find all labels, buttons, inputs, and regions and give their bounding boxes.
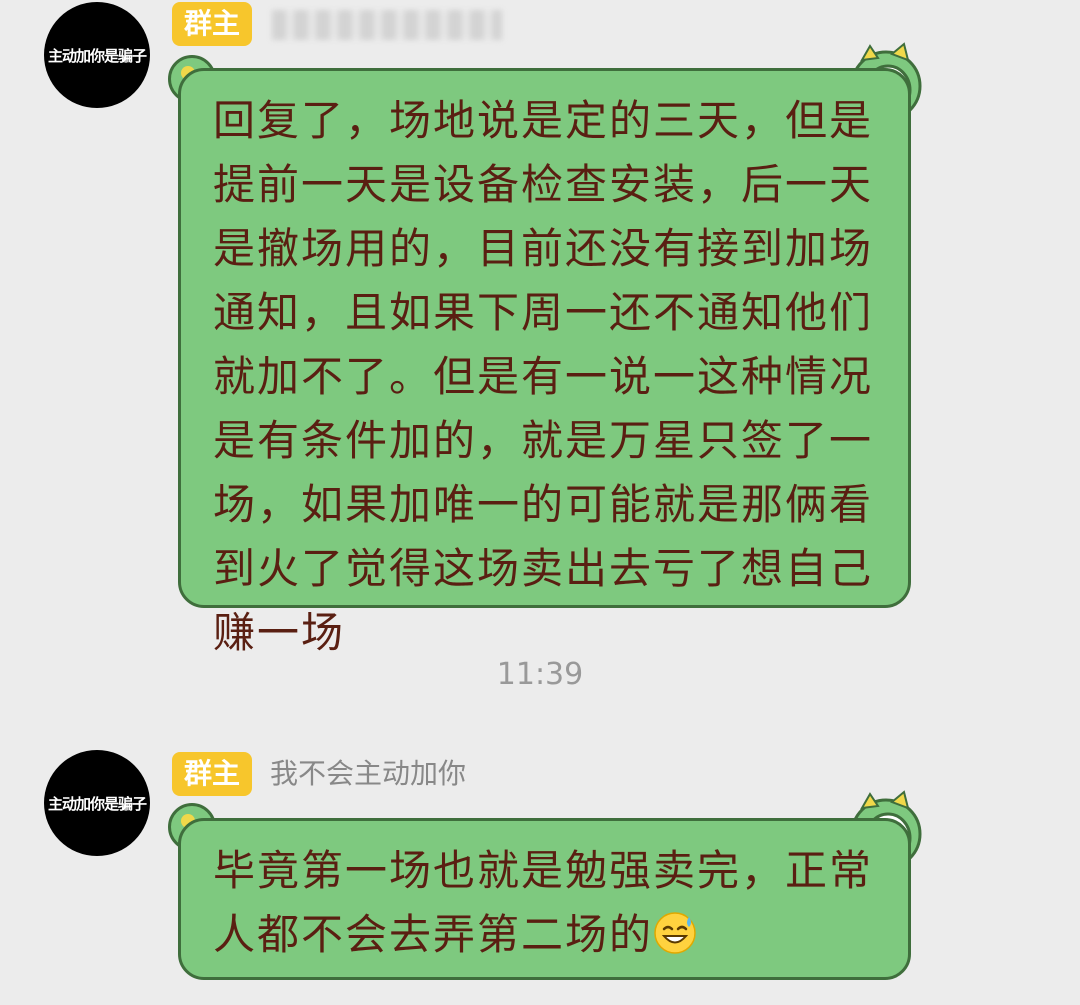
owner-badge: 群主	[172, 2, 253, 46]
message-text: 回复了，场地说是定的三天，但是提前一天是设备检查安装，后一天是撤场用的，目前还没…	[213, 96, 874, 657]
sender-name: 我不会主动加你	[270, 757, 467, 790]
message-bubble[interactable]: 毕竟第一场也就是勉强卖完，正常人都不会去弄第二场的	[178, 818, 911, 980]
message-bubble[interactable]: 回复了，场地说是定的三天，但是提前一天是设备检查安装，后一天是撤场用的，目前还没…	[178, 68, 911, 657]
avatar-label: 主动加你是骗子	[47, 794, 147, 813]
sweat-smile-emoji-icon	[654, 912, 696, 954]
timestamp: 11:39	[496, 657, 584, 692]
message-text: 毕竟第一场也就是勉强卖完，正常人都不会去弄第二场的	[213, 846, 874, 959]
sender-name-blurred	[272, 10, 502, 40]
owner-badge: 群主	[172, 752, 253, 796]
avatar-label: 主动加你是骗子	[47, 46, 147, 65]
sender-avatar[interactable]: 主动加你是骗子	[44, 2, 150, 108]
sender-avatar[interactable]: 主动加你是骗子	[44, 750, 150, 856]
